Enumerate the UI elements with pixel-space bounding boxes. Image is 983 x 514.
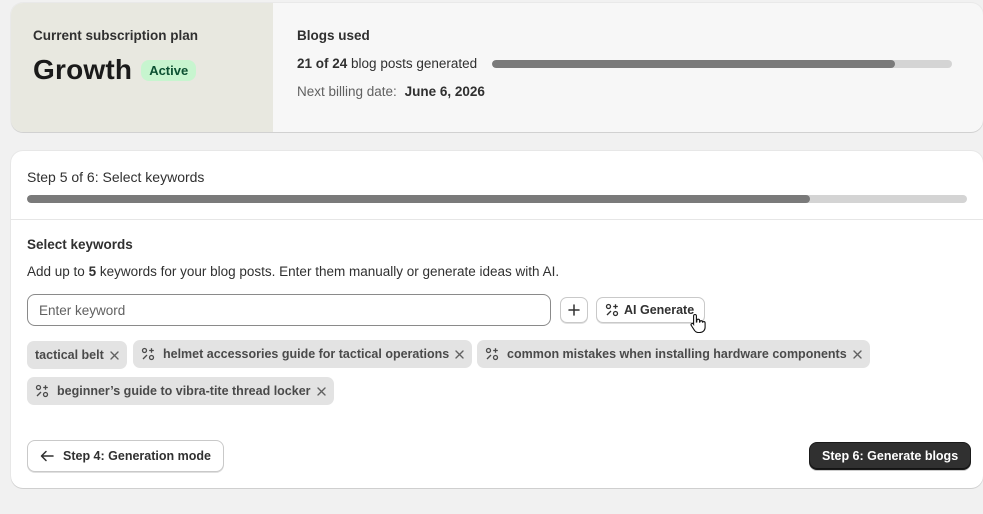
keyword-tag: helmet accessories guide for tactical op… [133, 340, 473, 368]
pointer-hand-cursor [690, 313, 706, 333]
step-title: Step 5 of 6: Select keywords [27, 169, 205, 185]
close-icon[interactable] [316, 386, 326, 396]
plus-icon [568, 304, 580, 316]
step-progress-fill [27, 195, 811, 203]
subscription-card: Current subscription plan Growth Active … [11, 3, 983, 132]
keyword-tag: common mistakes when installing hardware… [477, 340, 870, 368]
desc-max: 5 [88, 264, 97, 279]
keyword-input[interactable] [27, 294, 551, 326]
usage-text: 21 of 24 blog posts generated [297, 56, 477, 71]
desc-pre: Add up to [27, 264, 85, 279]
billing-row: Next billing date: June 6, 2026 [297, 84, 983, 99]
divider [11, 219, 983, 220]
usage-progress-bar [492, 59, 953, 68]
blogs-used-title: Blogs used [297, 28, 370, 43]
usage-row: 21 of 24 blog posts generated [297, 56, 983, 71]
usage-progress-fill [492, 59, 895, 68]
back-button-label: Step 4: Generation mode [63, 449, 211, 463]
arrow-left-icon [40, 450, 54, 462]
add-keyword-button[interactable] [560, 297, 588, 323]
ai-sparkle-icon [35, 384, 49, 398]
keyword-tag-label: common mistakes when installing hardware… [507, 347, 847, 361]
ai-generate-label: AI Generate [624, 303, 695, 317]
desc-post: keywords for your blog posts. Enter them… [99, 264, 560, 279]
ai-sparkle-icon [605, 303, 619, 317]
ai-sparkle-icon [485, 347, 499, 361]
billing-date: June 6, 2026 [404, 84, 485, 99]
close-icon[interactable] [455, 349, 464, 359]
keyword-tag-label: helmet accessories guide for tactical op… [163, 347, 450, 361]
plan-name: Growth [33, 54, 133, 85]
step-progress-bar [27, 195, 967, 203]
section-title: Select keywords [27, 237, 133, 252]
usage-suffix: blog posts generated [351, 56, 478, 71]
status-badge: Active [141, 59, 197, 81]
keyword-tag: tactical belt [27, 341, 127, 369]
close-icon[interactable] [110, 350, 119, 360]
plan-label: Current subscription plan [33, 28, 199, 43]
section-description: Add up to 5 keywords for your blog posts… [27, 264, 559, 279]
billing-label: Next billing date: [297, 84, 397, 99]
next-button-label: Step 6: Generate blogs [822, 449, 959, 463]
ai-generate-button[interactable]: AI Generate [596, 297, 706, 323]
ai-sparkle-icon [141, 347, 155, 361]
plan-summary: Current subscription plan Growth Active [11, 3, 273, 132]
keyword-step-card: Step 5 of 6: Select keywords Select keyw… [11, 151, 983, 488]
usage-count: 21 of 24 [297, 56, 348, 71]
keyword-tag: beginner’s guide to vibra-tite thread lo… [27, 377, 334, 405]
generate-blogs-button[interactable]: Step 6: Generate blogs [809, 442, 972, 470]
usage-section: Blogs used 21 of 24 blog posts generated… [273, 3, 983, 132]
keyword-tag-label: tactical belt [35, 348, 104, 362]
back-button[interactable]: Step 4: Generation mode [27, 440, 224, 472]
close-icon[interactable] [852, 349, 862, 359]
plan-name-row: Growth Active [33, 54, 273, 86]
keyword-tag-label: beginner’s guide to vibra-tite thread lo… [57, 384, 311, 398]
